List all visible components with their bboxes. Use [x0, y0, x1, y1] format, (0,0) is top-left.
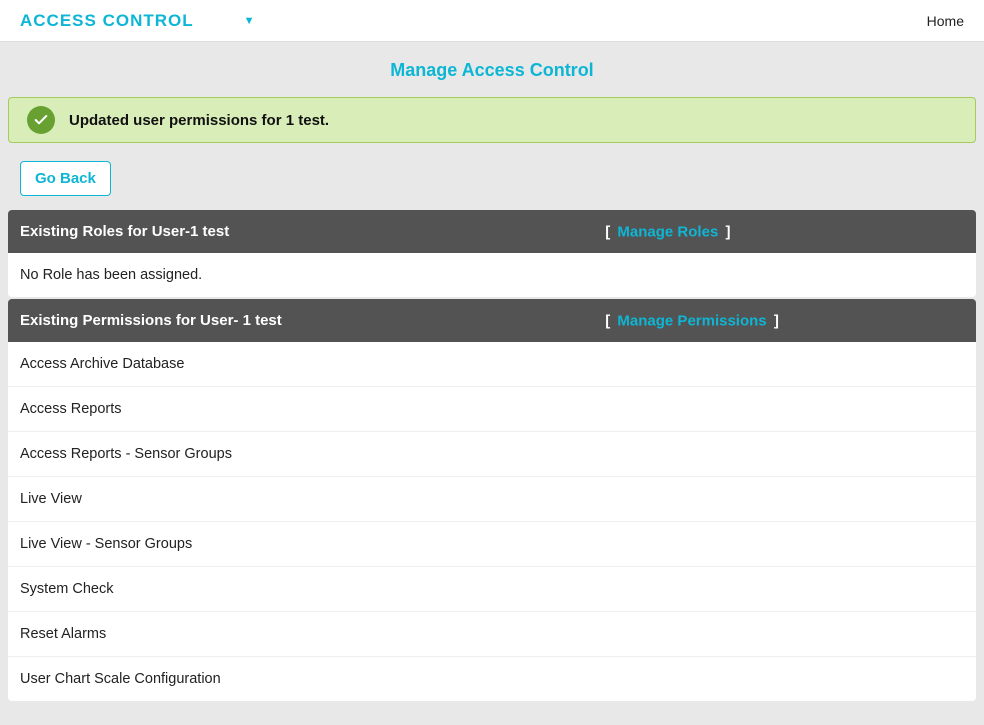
roles-panel-title: Existing Roles for User-1 test [20, 223, 229, 240]
alert-success: Updated user permissions for 1 test. [8, 97, 976, 143]
manage-roles-link[interactable]: Manage Roles [617, 223, 718, 240]
alert-message: Updated user permissions for 1 test. [69, 112, 329, 129]
permissions-panel-title: Existing Permissions for User- 1 test [20, 312, 282, 329]
permissions-panel: Existing Permissions for User- 1 test [ … [8, 299, 976, 701]
permission-item: System Check [8, 567, 976, 612]
permission-item: Live View [8, 477, 976, 522]
permissions-panel-header: Existing Permissions for User- 1 test [ … [8, 299, 976, 342]
page-title: Manage Access Control [0, 42, 984, 97]
roles-empty: No Role has been assigned. [8, 253, 976, 297]
permission-item: Access Reports [8, 387, 976, 432]
home-link[interactable]: Home [927, 13, 964, 29]
permission-item: User Chart Scale Configuration [8, 657, 976, 701]
chevron-down-icon: ▼ [244, 15, 256, 27]
goback-button[interactable]: Go Back [20, 161, 111, 196]
header-dropdown[interactable]: ACCESS CONTROL ▼ [20, 11, 256, 31]
permission-item: Reset Alarms [8, 612, 976, 657]
permission-item: Access Archive Database [8, 342, 976, 387]
check-circle-icon [27, 106, 55, 134]
roles-panel-header: Existing Roles for User-1 test [ Manage … [8, 210, 976, 253]
header-title: ACCESS CONTROL [20, 11, 194, 31]
roles-list: No Role has been assigned. [8, 253, 976, 297]
roles-panel: Existing Roles for User-1 test [ Manage … [8, 210, 976, 297]
permission-item: Access Reports - Sensor Groups [8, 432, 976, 477]
permissions-list: Access Archive DatabaseAccess ReportsAcc… [8, 342, 976, 701]
header: ACCESS CONTROL ▼ Home [0, 0, 984, 42]
manage-permissions-link[interactable]: Manage Permissions [617, 312, 766, 329]
manage-permissions-wrap: [ Manage Permissions ] [605, 312, 779, 329]
manage-roles-wrap: [ Manage Roles ] [605, 223, 730, 240]
permission-item: Live View - Sensor Groups [8, 522, 976, 567]
